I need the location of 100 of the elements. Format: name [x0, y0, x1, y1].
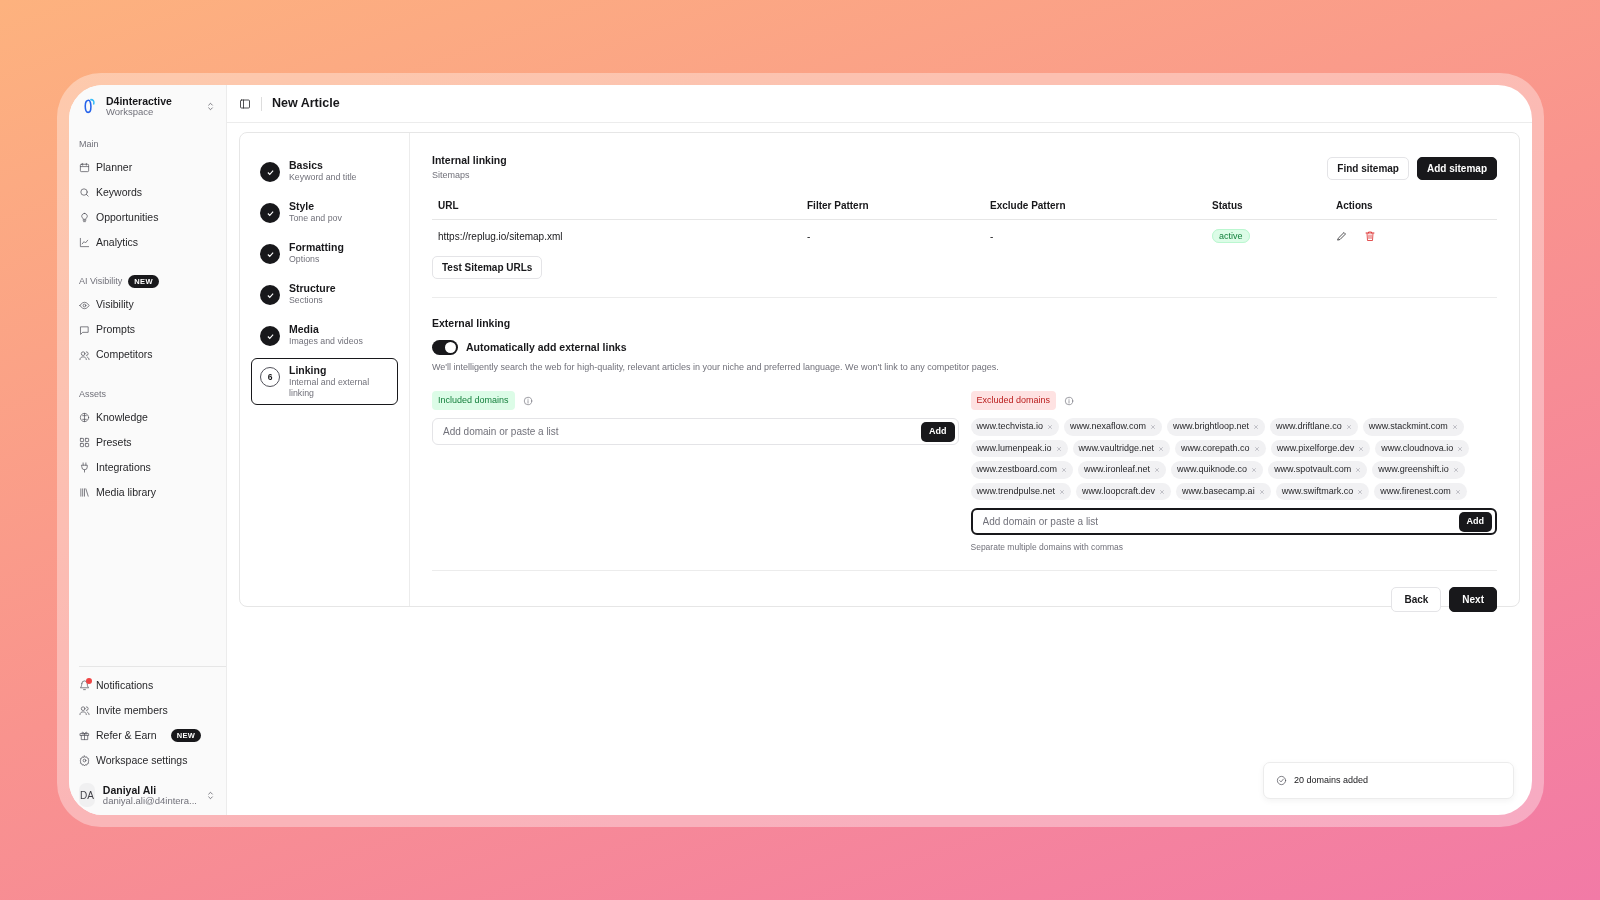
nav-button[interactable]: Back [1391, 587, 1442, 612]
nav-item[interactable]: Keywords [79, 180, 216, 205]
section-title: External linking [432, 315, 512, 331]
step-title: Basics [289, 159, 324, 172]
user-avatar: DA [79, 783, 95, 807]
step-number: 6 [260, 367, 280, 387]
step-item[interactable]: Basics Keyword and title [251, 153, 398, 189]
check-icon [260, 285, 280, 305]
page-title: New Article [272, 95, 340, 113]
nav-item[interactable]: Planner [79, 155, 216, 180]
remove-icon [1451, 424, 1458, 430]
step-title: Formatting [289, 241, 344, 254]
nav-item[interactable]: Analytics [79, 230, 216, 255]
remove-icon [1258, 488, 1265, 495]
step-item[interactable]: 6 Linking Internal and external linking [251, 358, 398, 405]
remove-icon [1159, 488, 1166, 495]
eye-icon [79, 299, 90, 311]
domain-text: www.brightloop.net [1173, 420, 1250, 434]
remove-icon [1150, 424, 1157, 430]
remove-icon [1061, 467, 1068, 473]
line-chart-icon [79, 237, 90, 248]
knowledge-icon [79, 412, 90, 423]
domain-text: www.swiftmark.co [1281, 484, 1354, 498]
lightbulb-icon [79, 212, 90, 223]
domain-text: www.trendpulse.net [976, 484, 1056, 498]
check-circle-icon [1276, 775, 1287, 786]
section-label: AI Visibility [79, 275, 123, 288]
sitemap-button[interactable]: Find sitemap [1327, 157, 1409, 180]
toggle-label: Automatically add external links [466, 339, 627, 355]
domain-text: www.quiknode.co [1177, 463, 1248, 477]
domain-text: www.vaultridge.net [1078, 441, 1155, 455]
workspace-name: D4interactive [106, 95, 173, 108]
step-title: Media [289, 323, 320, 336]
remove-icon [1357, 488, 1364, 495]
remove-icon [1253, 445, 1260, 452]
check-icon [260, 162, 280, 182]
grid-icon [79, 437, 90, 448]
check-icon [260, 203, 280, 223]
table-cell: - [801, 219, 984, 252]
remove-icon [1158, 445, 1165, 452]
step-subtitle: Images and videos [289, 335, 363, 347]
domain-text: www.corepath.co [1181, 441, 1250, 455]
domain-text: www.nexaflow.com [1070, 420, 1147, 434]
remove-icon [1457, 445, 1464, 452]
domain-text: www.basecamp.ai [1182, 484, 1255, 498]
info-icon [522, 395, 533, 406]
remove-icon [1047, 424, 1054, 430]
remove-icon [1452, 467, 1459, 473]
step-item[interactable]: Structure Sections [251, 276, 398, 312]
remove-icon [1154, 467, 1161, 473]
settings-icon [79, 755, 90, 766]
step-item[interactable]: Style Tone and pov [251, 194, 398, 230]
toast-text: 20 domains added [1294, 773, 1369, 787]
nav-item[interactable]: Visibility [79, 292, 216, 318]
step-title: Linking [289, 364, 328, 377]
column-header: Exclude Pattern [984, 192, 1206, 220]
domain-text: www.ironleaf.net [1084, 463, 1151, 477]
section-subtitle: Sitemaps [432, 168, 471, 182]
domain-text: www.driftlane.co [1276, 420, 1342, 434]
section-label: Main [79, 137, 99, 151]
add-button[interactable]: Add [921, 422, 955, 442]
column-header: Status [1206, 192, 1330, 220]
user-name: Daniyal Ali [102, 783, 157, 796]
nav-item[interactable]: Prompts [79, 317, 216, 343]
nav-item[interactable]: Media library [79, 480, 216, 505]
description-text: We'll intelligently search the web for high-quality, relevant articles in your niche and preferred language. We won't link to any competitor pages. [432, 361, 1000, 375]
nav-item[interactable]: Notifications [79, 673, 216, 698]
step-item[interactable]: Formatting Options [251, 235, 398, 271]
sidebar-toggle-icon [239, 97, 251, 110]
chevron-updown-icon [205, 100, 216, 112]
step-item[interactable]: Media Images and videos [251, 317, 398, 353]
sitemap-button[interactable]: Add sitemap [1417, 157, 1497, 180]
domains-label: Excluded domains [970, 390, 1057, 411]
toggle-switch[interactable] [432, 339, 458, 355]
nav-item[interactable]: Knowledge [79, 405, 216, 430]
domain-input[interactable]: Add domain or paste a list Add [970, 508, 1497, 536]
check-icon [260, 326, 280, 346]
nav-item[interactable]: Presets [79, 430, 216, 455]
remove-icon [1355, 467, 1362, 473]
step-subtitle: Keyword and title [289, 171, 357, 183]
hint-text: Separate multiple domains with commas [970, 541, 1125, 554]
status-badge: active [1212, 229, 1250, 244]
nav-item[interactable]: Workspace settings [79, 748, 216, 773]
test-sitemap-button[interactable]: Test Sitemap URLs [432, 255, 543, 279]
search-icon [79, 187, 90, 198]
nav-item[interactable]: Competitors [79, 342, 216, 368]
domain-text: www.firenest.com [1380, 484, 1451, 498]
nav-item[interactable]: Invite members [79, 698, 216, 723]
add-button[interactable]: Add [1458, 512, 1492, 532]
domain-input[interactable]: Add domain or paste a list Add [432, 418, 959, 446]
nav-item[interactable]: Integrations [79, 455, 216, 480]
domain-text: www.stackmint.com [1368, 420, 1448, 434]
users-icon [79, 705, 90, 716]
nav-item[interactable]: Opportunities [79, 205, 216, 230]
chevron-updown-icon [205, 789, 216, 801]
nav-button[interactable]: Next [1449, 587, 1497, 612]
message-icon [79, 324, 90, 336]
url-cell: https://replug.io/sitemap.xml [432, 219, 801, 252]
users-icon [79, 349, 90, 361]
domain-text: www.techvista.io [976, 420, 1044, 434]
